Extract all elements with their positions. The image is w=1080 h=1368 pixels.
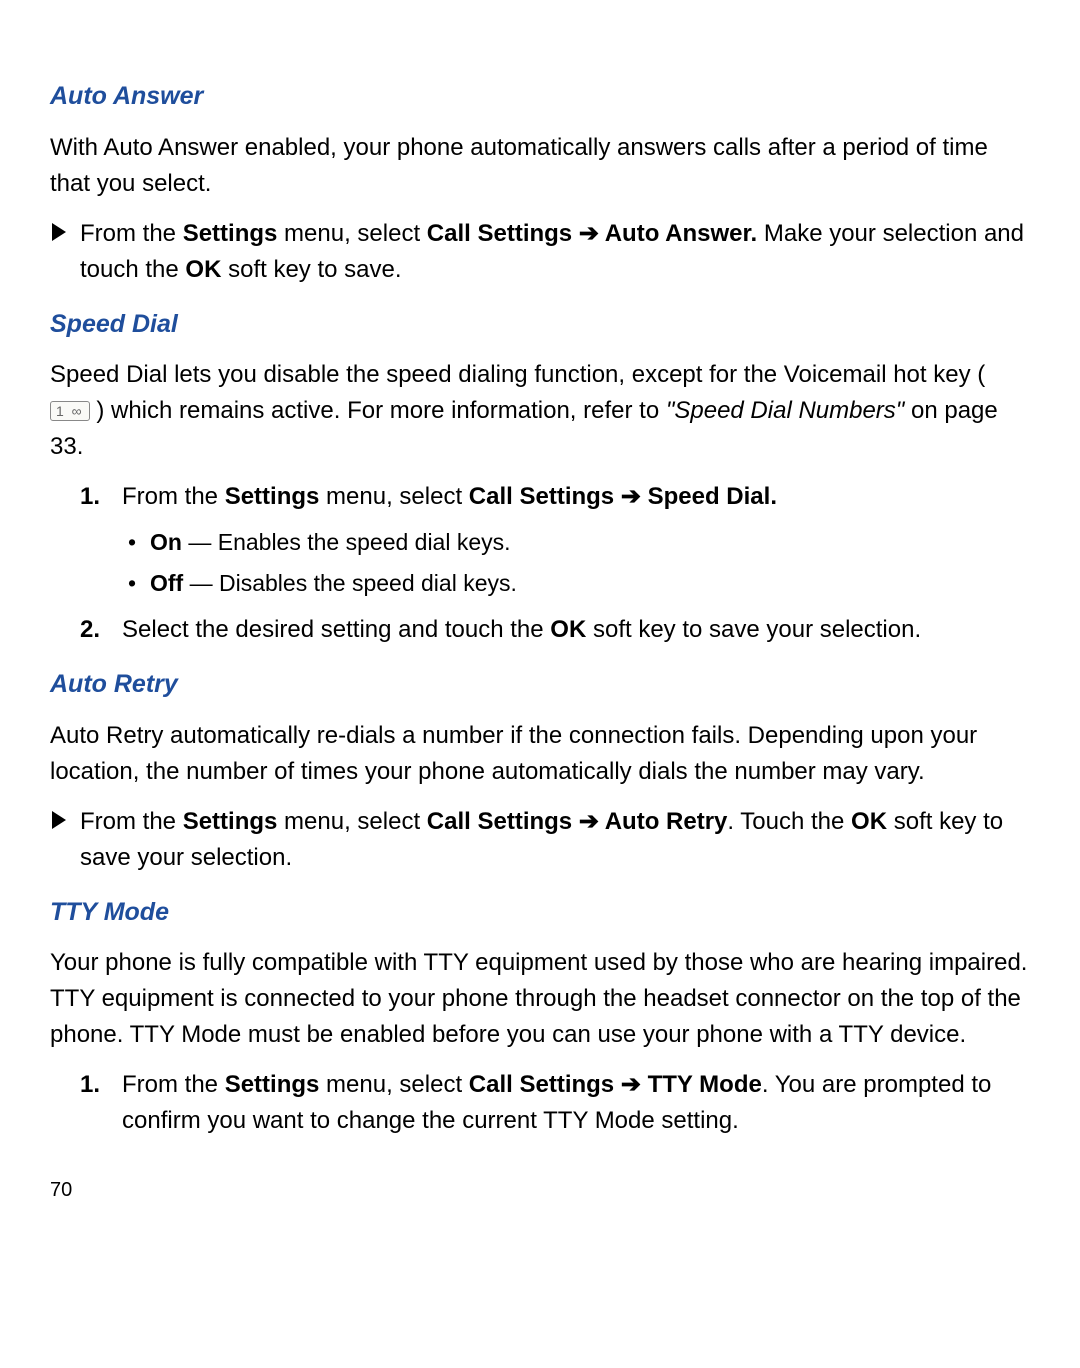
page-number: 70	[50, 1175, 1030, 1205]
text: menu, select	[277, 220, 426, 247]
heading-auto-answer: Auto Answer	[50, 78, 1030, 116]
cross-ref: "Speed Dial Numbers"	[666, 397, 904, 424]
text: Select the desired setting and touch the	[122, 616, 550, 643]
auto-retry-step: From the Settings menu, select Call Sett…	[76, 804, 1030, 876]
kw-ok: OK	[185, 256, 221, 283]
kw-settings: Settings	[225, 483, 320, 510]
text: menu, select	[277, 808, 426, 835]
kw-call-settings: Call Settings	[469, 1071, 614, 1098]
arrow-icon: ➔	[614, 483, 647, 510]
kw-tty-mode: TTY Mode	[648, 1071, 762, 1098]
option-off: • Off — Disables the speed dial keys.	[144, 566, 1030, 601]
triangle-bullet-icon	[52, 223, 66, 241]
text: . Touch the	[727, 808, 851, 835]
speed-dial-intro: Speed Dial lets you disable the speed di…	[50, 357, 1030, 465]
text: menu, select	[319, 1071, 468, 1098]
arrow-icon: ➔	[572, 808, 605, 835]
opt-label: Off	[150, 570, 183, 596]
speed-dial-step-2: 2. Select the desired setting and touch …	[122, 612, 1030, 648]
kw-ok: OK	[550, 616, 586, 643]
heading-tty-mode: TTY Mode	[50, 894, 1030, 932]
text: From the	[122, 483, 225, 510]
text: soft key to save your selection.	[586, 616, 921, 643]
kw-call-settings: Call Settings	[427, 808, 572, 835]
bullet-dot-icon: •	[128, 566, 136, 601]
opt-desc: Enables the speed dial keys.	[218, 529, 511, 555]
kw-auto-retry: Auto Retry	[605, 808, 728, 835]
triangle-bullet-icon	[52, 811, 66, 829]
kw-settings: Settings	[183, 220, 278, 247]
step-number: 2.	[80, 612, 100, 648]
speed-dial-step-1: 1. From the Settings menu, select Call S…	[122, 479, 1030, 600]
bullet-dot-icon: •	[128, 525, 136, 560]
kw-call-settings: Call Settings	[427, 220, 572, 247]
dash: —	[182, 529, 218, 555]
arrow-icon: ➔	[614, 1071, 647, 1098]
text: Speed Dial lets you disable the speed di…	[50, 361, 985, 388]
dash: —	[183, 570, 219, 596]
text: ) which remains active. For more informa…	[90, 397, 666, 424]
auto-retry-intro: Auto Retry automatically re-dials a numb…	[50, 718, 1030, 790]
arrow-icon: ➔	[572, 220, 605, 247]
auto-answer-intro: With Auto Answer enabled, your phone aut…	[50, 130, 1030, 202]
step-number: 1.	[80, 479, 100, 515]
step-number: 1.	[80, 1067, 100, 1103]
heading-speed-dial: Speed Dial	[50, 306, 1030, 344]
tty-mode-step-1: 1. From the Settings menu, select Call S…	[122, 1067, 1030, 1139]
auto-answer-step: From the Settings menu, select Call Sett…	[76, 216, 1030, 288]
text: soft key to save.	[221, 256, 401, 283]
kw-call-settings: Call Settings	[469, 483, 614, 510]
text: From the	[80, 808, 183, 835]
opt-label: On	[150, 529, 182, 555]
text: From the	[122, 1071, 225, 1098]
tty-mode-intro: Your phone is fully compatible with TTY …	[50, 945, 1030, 1053]
text: menu, select	[319, 483, 468, 510]
option-on: • On — Enables the speed dial keys.	[144, 525, 1030, 560]
kw-ok: OK	[851, 808, 887, 835]
kw-auto-answer: Auto Answer.	[605, 220, 757, 247]
kw-settings: Settings	[183, 808, 278, 835]
opt-desc: Disables the speed dial keys.	[219, 570, 517, 596]
key-1-icon: 1 ∞	[50, 401, 90, 421]
text: From the	[80, 220, 183, 247]
kw-speed-dial: Speed Dial.	[648, 483, 777, 510]
kw-settings: Settings	[225, 1071, 320, 1098]
heading-auto-retry: Auto Retry	[50, 666, 1030, 704]
